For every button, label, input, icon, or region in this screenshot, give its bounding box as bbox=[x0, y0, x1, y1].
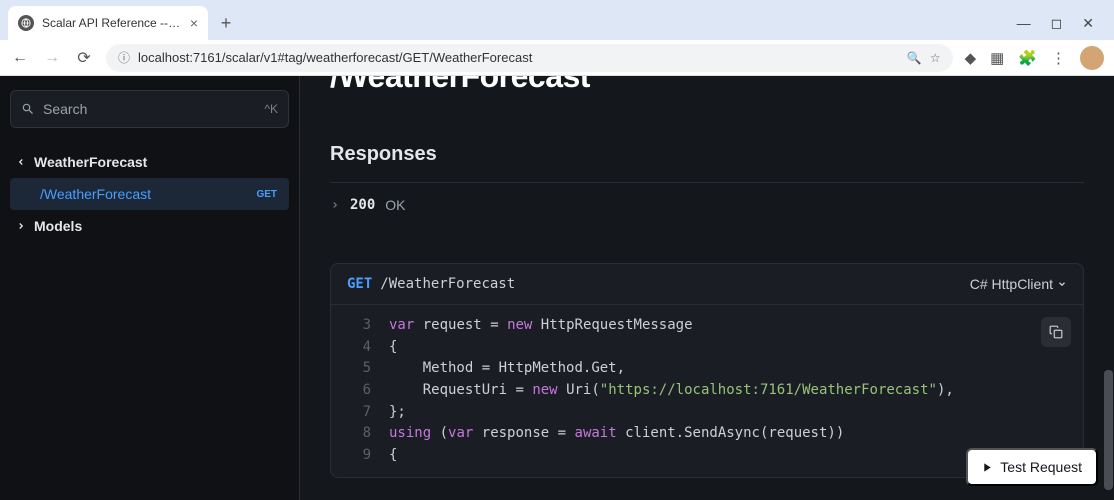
line-number: 5 bbox=[347, 358, 371, 380]
code-line: 6 RequestUri = new Uri("https://localhos… bbox=[347, 380, 1067, 402]
zoom-icon[interactable]: 🔍 bbox=[907, 51, 922, 65]
close-icon[interactable]: × bbox=[190, 15, 198, 31]
code-example-block: GET /WeatherForecast C# HttpClient 3 var … bbox=[330, 263, 1084, 478]
tab-favicon bbox=[18, 15, 34, 31]
code-line: 9{ bbox=[347, 445, 1067, 467]
new-tab-button[interactable]: + bbox=[212, 9, 240, 37]
test-request-button[interactable]: Test Request bbox=[966, 448, 1098, 486]
response-row[interactable]: 200 OK bbox=[330, 183, 1084, 227]
nav-group-models[interactable]: Models bbox=[10, 210, 289, 242]
responses-heading: Responses bbox=[330, 143, 1084, 183]
chevron-right-icon bbox=[330, 197, 340, 213]
sidebar-item-weatherforecast[interactable]: /WeatherForecast GET bbox=[10, 178, 289, 210]
search-icon bbox=[21, 102, 35, 116]
code-line: 5 Method = HttpMethod.Get, bbox=[347, 358, 1067, 380]
code-line: 8 using (var response = await client.Send… bbox=[347, 423, 1067, 445]
line-number: 7 bbox=[347, 402, 371, 424]
window-controls: — ◻ ✕ bbox=[1017, 15, 1106, 32]
code-line: 4{ bbox=[347, 337, 1067, 359]
extension-icon-1[interactable]: ◆ bbox=[965, 49, 977, 67]
code-endpoint: GET /WeatherForecast bbox=[347, 276, 515, 292]
extensions-icon[interactable]: 🧩 bbox=[1018, 49, 1037, 67]
reload-button[interactable]: ⟳ bbox=[74, 48, 94, 68]
line-content: var request = new HttpRequestMessage bbox=[389, 315, 693, 337]
nav-group-weatherforecast[interactable]: WeatherForecast bbox=[10, 146, 289, 178]
language-selector[interactable]: C# HttpClient bbox=[970, 276, 1067, 292]
menu-icon[interactable]: ⋮ bbox=[1051, 49, 1066, 67]
forward-button[interactable]: → bbox=[42, 48, 62, 68]
search-input[interactable]: Search ^K bbox=[10, 90, 289, 128]
minimize-button[interactable]: — bbox=[1017, 15, 1031, 32]
line-content: { bbox=[389, 445, 397, 467]
method-badge: GET bbox=[256, 189, 277, 200]
code-header: GET /WeatherForecast C# HttpClient bbox=[331, 264, 1083, 305]
line-content: Method = HttpMethod.Get, bbox=[389, 358, 625, 380]
line-content: { bbox=[389, 337, 397, 359]
nav-group: WeatherForecast /WeatherForecast GET Mod… bbox=[10, 146, 289, 242]
browser-chrome: Scalar API Reference -- v1 × + — ◻ ✕ ← →… bbox=[0, 0, 1114, 76]
line-number: 8 bbox=[347, 423, 371, 445]
tab-bar: Scalar API Reference -- v1 × + — ◻ ✕ bbox=[0, 0, 1114, 40]
main-content: /WeatherForecast Responses 200 OK GET /W… bbox=[300, 76, 1114, 500]
tab-title: Scalar API Reference -- v1 bbox=[42, 16, 182, 30]
search-placeholder: Search bbox=[43, 101, 256, 117]
browser-tab[interactable]: Scalar API Reference -- v1 × bbox=[8, 6, 208, 40]
copy-button[interactable] bbox=[1041, 317, 1071, 347]
language-label: C# HttpClient bbox=[970, 276, 1053, 292]
code-line: 3 var request = new HttpRequestMessage bbox=[347, 315, 1067, 337]
sidebar-item-label: /WeatherForecast bbox=[40, 186, 151, 202]
back-button[interactable]: ← bbox=[10, 48, 30, 68]
code-path: /WeatherForecast bbox=[380, 276, 515, 292]
url-bar[interactable]: ⓘ localhost:7161/scalar/v1#tag/weatherfo… bbox=[106, 44, 953, 72]
response-code: 200 bbox=[350, 197, 375, 213]
scrollbar-thumb[interactable] bbox=[1104, 370, 1113, 490]
line-number: 3 bbox=[347, 315, 371, 337]
profile-avatar[interactable] bbox=[1080, 46, 1104, 70]
nav-group-label: Models bbox=[34, 218, 82, 234]
copy-icon bbox=[1049, 325, 1063, 339]
line-content: RequestUri = new Uri("https://localhost:… bbox=[389, 380, 954, 402]
line-content: using (var response = await client.SendA… bbox=[389, 423, 844, 445]
url-text: localhost:7161/scalar/v1#tag/weatherfore… bbox=[138, 50, 899, 65]
maximize-button[interactable]: ◻ bbox=[1051, 15, 1063, 32]
page-title: /WeatherForecast bbox=[330, 76, 1084, 95]
code-method: GET bbox=[347, 276, 372, 292]
close-button[interactable]: ✕ bbox=[1082, 15, 1094, 32]
response-text: OK bbox=[385, 197, 405, 213]
code-line: 7}; bbox=[347, 402, 1067, 424]
chevron-down-icon bbox=[1057, 279, 1067, 289]
site-info-icon[interactable]: ⓘ bbox=[118, 49, 130, 66]
toolbar-extensions: ◆ ▦ 🧩 ⋮ bbox=[965, 46, 1104, 70]
line-content: }; bbox=[389, 402, 406, 424]
line-number: 6 bbox=[347, 380, 371, 402]
chevron-down-icon bbox=[13, 157, 29, 167]
page-scrollbar[interactable] bbox=[1100, 76, 1114, 500]
line-number: 4 bbox=[347, 337, 371, 359]
nav-group-label: WeatherForecast bbox=[34, 154, 147, 170]
chevron-right-icon bbox=[16, 218, 26, 234]
browser-toolbar: ← → ⟳ ⓘ localhost:7161/scalar/v1#tag/wea… bbox=[0, 40, 1114, 76]
extension-icon-2[interactable]: ▦ bbox=[990, 49, 1004, 67]
sidebar: Search ^K WeatherForecast /WeatherForeca… bbox=[0, 76, 300, 500]
line-number: 9 bbox=[347, 445, 371, 467]
bookmark-icon[interactable]: ☆ bbox=[930, 51, 941, 65]
app-content: Search ^K WeatherForecast /WeatherForeca… bbox=[0, 76, 1114, 500]
search-shortcut: ^K bbox=[264, 102, 278, 116]
play-icon bbox=[982, 462, 993, 473]
test-button-label: Test Request bbox=[1000, 459, 1082, 475]
